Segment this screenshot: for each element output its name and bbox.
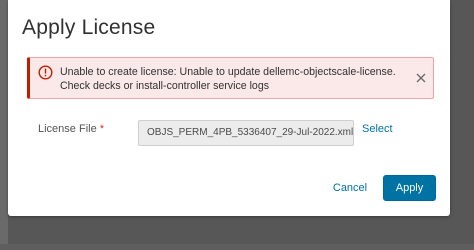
alert-message: Unable to create license: Unable to upda…: [60, 66, 396, 92]
license-file-field[interactable]: OBJS_PERM_4PB_5336407_29-Jul-2022.xml: [138, 120, 354, 146]
error-alert: Unable to create license: Unable to upda…: [27, 57, 434, 99]
required-marker: *: [99, 123, 105, 135]
license-file-label-text: License File: [38, 123, 97, 135]
apply-license-dialog: Apply License Unable to create license: …: [8, 0, 450, 216]
cancel-button[interactable]: Cancel: [330, 175, 370, 201]
select-file-link[interactable]: Select: [362, 123, 393, 135]
license-file-label: License File *: [38, 123, 104, 135]
dialog-title: Apply License: [22, 16, 156, 39]
close-icon[interactable]: [415, 71, 427, 83]
page-backdrop: [0, 0, 8, 250]
apply-button[interactable]: Apply: [383, 175, 436, 201]
error-circle-icon: [38, 65, 53, 80]
backdrop-edge: [0, 244, 474, 250]
